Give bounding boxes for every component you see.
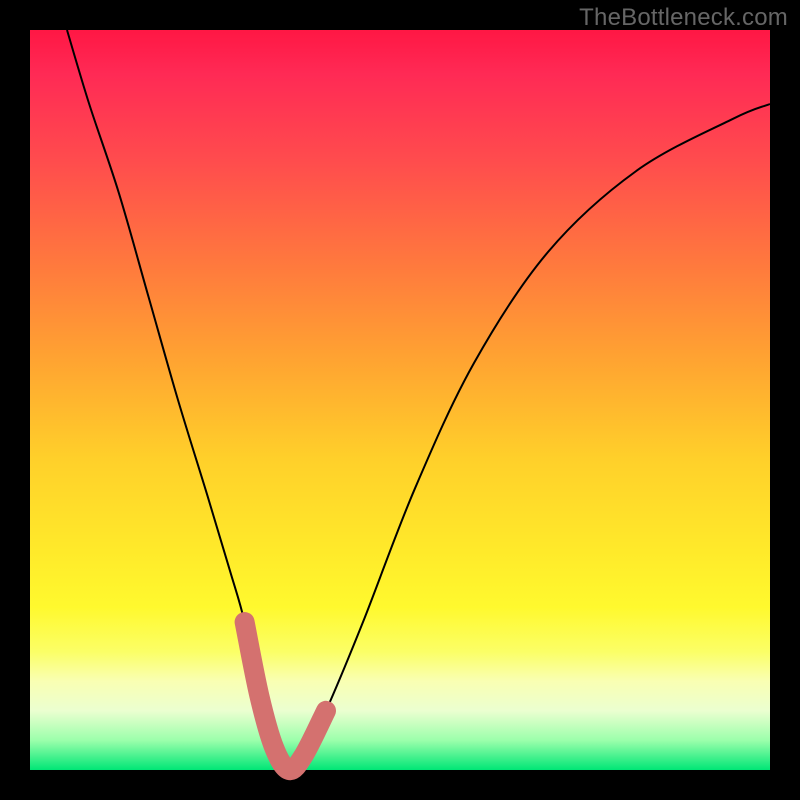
bottleneck-curve-line <box>67 30 770 770</box>
watermark-text: TheBottleneck.com <box>579 4 788 32</box>
trough-highlight-line <box>245 622 326 770</box>
curve-svg <box>30 30 770 770</box>
plot-area <box>30 30 770 770</box>
chart-container: TheBottleneck.com <box>0 0 800 800</box>
